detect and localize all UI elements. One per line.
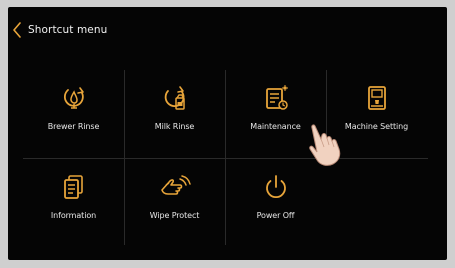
- tile-wipe-protect[interactable]: Wipe Protect: [124, 159, 225, 243]
- tile-information[interactable]: Information: [23, 159, 124, 243]
- tile-brewer-rinse[interactable]: Brewer Rinse: [23, 70, 124, 154]
- tile-label: Machine Setting: [344, 122, 409, 131]
- tile-power-off[interactable]: Power Off: [225, 159, 326, 243]
- tile-label: Information: [50, 211, 97, 220]
- tile-label: Milk Rinse: [154, 122, 195, 131]
- maintenance-icon: [256, 83, 296, 113]
- pointing-hand-icon: [298, 122, 348, 168]
- information-icon: [54, 172, 94, 202]
- tile-label: Power Off: [256, 211, 295, 220]
- machine-setting-icon: [357, 83, 397, 113]
- device-frame: Shortcut menu Brewer Rinse Milk Rinse Ma…: [0, 0, 455, 268]
- tile-label: Brewer Rinse: [47, 122, 100, 131]
- power-icon: [256, 172, 296, 202]
- chevron-left-icon[interactable]: [12, 22, 22, 38]
- milk-rinse-icon: [155, 83, 195, 113]
- tile-milk-rinse[interactable]: Milk Rinse: [124, 70, 225, 154]
- page-title: Shortcut menu: [28, 24, 108, 36]
- header-bar: Shortcut menu: [8, 7, 447, 51]
- tile-label: Wipe Protect: [149, 211, 200, 220]
- shortcut-grid: Brewer Rinse Milk Rinse Maintenance Mach…: [23, 70, 428, 245]
- wipe-protect-icon: [155, 172, 195, 202]
- touch-screen: Shortcut menu Brewer Rinse Milk Rinse Ma…: [8, 7, 447, 260]
- back-button[interactable]: Shortcut menu: [12, 17, 132, 43]
- brewer-rinse-icon: [54, 83, 94, 113]
- tile-label: Maintenance: [250, 122, 301, 131]
